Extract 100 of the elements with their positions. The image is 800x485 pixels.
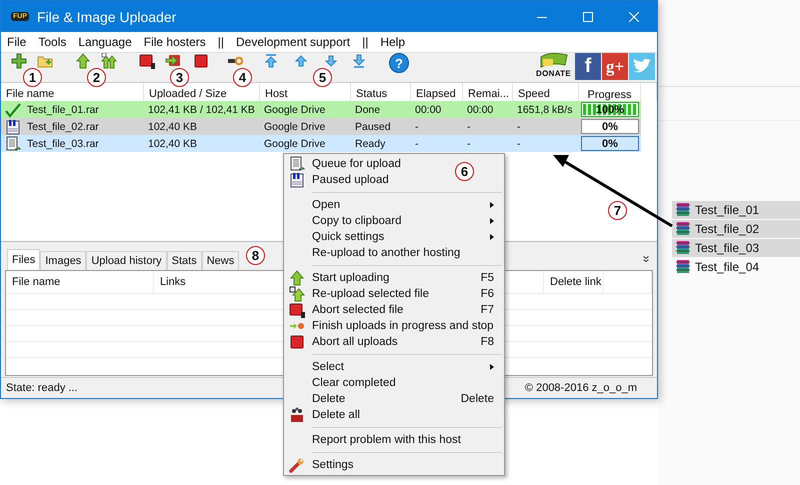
tab[interactable]: Files (7, 249, 40, 270)
menu-item[interactable]: File (7, 35, 26, 49)
menu-item[interactable]: Select (312, 361, 344, 373)
stop-one-icon (139, 53, 155, 69)
table-cell: - (463, 118, 513, 135)
menu-item[interactable]: File hosters (144, 35, 206, 49)
menu-item[interactable]: Paused upload (312, 174, 389, 186)
table-cell: - (513, 135, 579, 152)
table-cell: Google Drive (260, 118, 351, 135)
menu-item[interactable]: || (362, 35, 368, 49)
archive-icon (675, 259, 691, 275)
table-cell: - (411, 118, 463, 135)
delete-all-icon (289, 407, 305, 423)
google-plus-button[interactable]: g+ (602, 53, 628, 80)
paused-file-icon (289, 172, 305, 188)
move-down-icon (323, 53, 339, 69)
table-cell[interactable]: Test_file_01.rar (1, 101, 144, 118)
menu-item[interactable]: Open (312, 199, 340, 211)
menu-item[interactable]: Abort all uploads (312, 336, 398, 348)
table-cell: Paused (351, 118, 411, 135)
tab[interactable]: News (202, 251, 240, 270)
tab[interactable]: Upload history (86, 251, 167, 270)
menu-item[interactable]: Report problem with this host (312, 434, 461, 446)
menu-item[interactable]: Clear completed (312, 377, 396, 389)
window-title: File & Image Uploader (37, 8, 176, 24)
maximize-icon (583, 12, 593, 22)
move-bottom-icon (351, 53, 367, 69)
progress-bar: 0% (581, 136, 639, 151)
checkmark-icon (5, 102, 21, 118)
menu-item[interactable]: Development support (236, 35, 350, 49)
twitter-button[interactable] (629, 53, 655, 80)
stop-icon (289, 334, 305, 350)
menu-item[interactable]: Language (78, 35, 132, 49)
file-item[interactable]: Test_file_04 (672, 258, 800, 276)
help-button[interactable]: ? (389, 53, 409, 73)
table-cell: - (513, 118, 579, 135)
menu-item[interactable]: Re-upload to another hosting (312, 247, 460, 259)
table-cell: Google Drive (260, 101, 351, 118)
files-icon (289, 286, 305, 302)
table-cell[interactable]: Test_file_02.rar (1, 118, 144, 135)
shortcut-text: Delete (460, 393, 494, 405)
file-item[interactable]: Test_file_03 (672, 239, 800, 257)
table-cell: 102,40 KB (144, 135, 260, 152)
menu-item[interactable]: || (218, 35, 224, 49)
toolbar-button[interactable] (193, 53, 209, 69)
menu-item[interactable]: Help (380, 35, 406, 49)
facebook-button[interactable]: f (575, 53, 601, 80)
menu-item[interactable]: Copy to clipboard (312, 215, 402, 227)
archive-icon (675, 221, 691, 237)
table-cell: 1651,8 kB/s (513, 101, 579, 118)
menu-item[interactable]: Delete (312, 393, 346, 405)
menu-item[interactable]: Settings (312, 459, 354, 471)
copyright-text: © 2008-2016 z_o_o_m (524, 382, 637, 394)
wrench-icon (289, 457, 305, 473)
tab[interactable]: Images (40, 251, 86, 270)
menu-item[interactable]: Queue for upload (312, 158, 401, 170)
bird-icon (632, 58, 652, 74)
stop-icon (193, 53, 209, 69)
toolbar-button[interactable] (139, 53, 155, 69)
menu-item[interactable]: Delete all (312, 409, 360, 421)
move-up-icon (293, 53, 309, 69)
shortcut-text: F8 (480, 336, 494, 348)
menu-item[interactable]: Abort selected file (312, 304, 404, 316)
up-arrow-icon (75, 53, 91, 69)
menu-item[interactable]: Start uploading (312, 272, 390, 284)
table-cell: Done (351, 101, 411, 118)
donate-button[interactable]: DONATE (536, 53, 571, 78)
table-cell: - (411, 135, 463, 152)
arrow-stop-icon (165, 53, 181, 69)
progress-bar: 0% (581, 119, 639, 134)
tab[interactable]: Stats (166, 251, 202, 270)
up-arrow-icon (289, 270, 305, 286)
table-cell: 00:00 (463, 101, 513, 118)
table-cell: Ready (351, 135, 411, 152)
shortcut-text: F5 (480, 272, 494, 284)
file-item[interactable]: Test_file_01 (672, 201, 800, 219)
table-cell: 00:00 (411, 101, 463, 118)
file-item[interactable]: Test_file_02 (672, 220, 800, 238)
column-header[interactable]: File name (6, 271, 154, 293)
table-cell: - (463, 135, 513, 152)
double-chevron-down-icon (641, 254, 651, 264)
table-cell: 102,40 KB (144, 118, 260, 135)
plus-icon (11, 53, 27, 69)
menu-item[interactable]: Quick settings (312, 231, 384, 243)
paused-file-icon (5, 118, 21, 134)
menu-item[interactable]: Finish uploads in progress and stop (312, 320, 494, 332)
status-text: State: ready ... (6, 382, 78, 394)
table-cell[interactable]: Test_file_03.rar (1, 135, 144, 152)
column-header[interactable]: Delete link (544, 271, 604, 293)
table-cell: Google Drive (260, 135, 351, 152)
shortcut-text: F7 (480, 304, 494, 316)
archive-icon (675, 202, 691, 218)
archive-icon (675, 240, 691, 256)
queued-file-icon (289, 156, 305, 172)
move-top-icon (263, 53, 279, 69)
stop-one-icon (289, 302, 305, 318)
queued-file-icon (5, 136, 21, 152)
shortcut-text: F6 (480, 288, 494, 300)
menu-item[interactable]: Re-upload selected file (312, 288, 429, 300)
menu-item[interactable]: Tools (38, 35, 66, 49)
